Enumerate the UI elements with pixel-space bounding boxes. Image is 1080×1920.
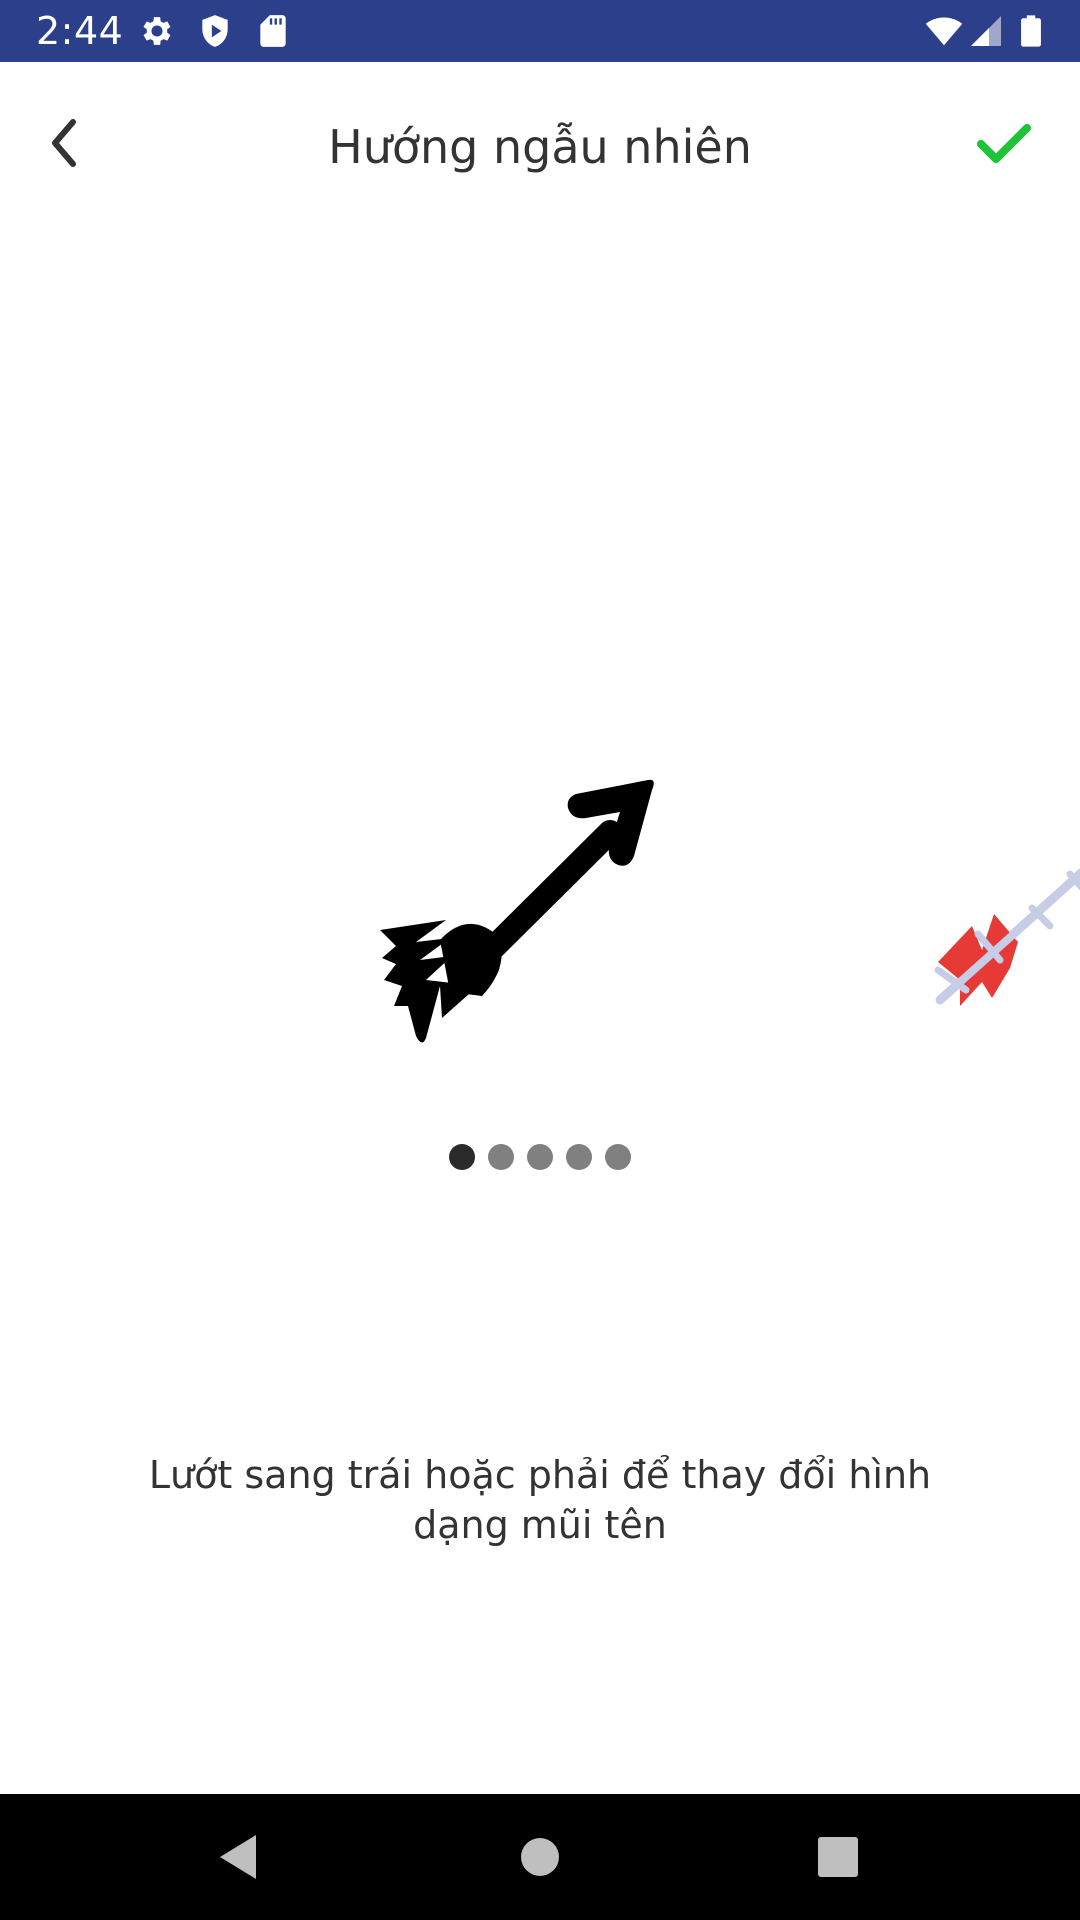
page-dot-5[interactable] — [605, 1144, 631, 1170]
instruction-text: Lướt sang trái hoặc phải để thay đổi hìn… — [148, 1453, 932, 1547]
cell-signal-icon — [968, 12, 1004, 50]
page-dot-4[interactable] — [566, 1144, 592, 1170]
chevron-left-icon — [43, 116, 83, 170]
shield-play-icon — [196, 12, 234, 50]
checkmark-icon — [975, 122, 1033, 166]
recents-square-icon[interactable] — [808, 1827, 868, 1887]
settings-gear-icon — [138, 12, 176, 50]
page-dot-3[interactable] — [527, 1144, 553, 1170]
status-bar: 2:44 — [0, 0, 1080, 62]
wifi-icon — [922, 12, 966, 50]
page-dot-1[interactable] — [449, 1144, 475, 1170]
page-dot-2[interactable] — [488, 1144, 514, 1170]
page-title: Hướng ngẫu nhiên — [328, 120, 752, 174]
page-indicator — [0, 1144, 1080, 1174]
status-time: 2:44 — [36, 9, 124, 53]
red-fletched-arrow-icon[interactable] — [920, 830, 1080, 1050]
system-nav-bar — [0, 1794, 1080, 1920]
battery-icon — [1014, 12, 1048, 50]
confirm-button[interactable] — [968, 108, 1040, 180]
back-button[interactable] — [30, 110, 96, 176]
black-arrow-icon[interactable] — [380, 760, 680, 1060]
app-header: Hướng ngẫu nhiên — [0, 62, 1080, 230]
back-triangle-icon[interactable] — [212, 1827, 272, 1887]
sd-card-icon — [254, 12, 292, 50]
arrow-carousel[interactable] — [0, 230, 1080, 1230]
screen: 2:44 Hướng ngẫu nhiên Lướt sang trái hoặ… — [0, 0, 1080, 1920]
home-circle-icon[interactable] — [510, 1827, 570, 1887]
